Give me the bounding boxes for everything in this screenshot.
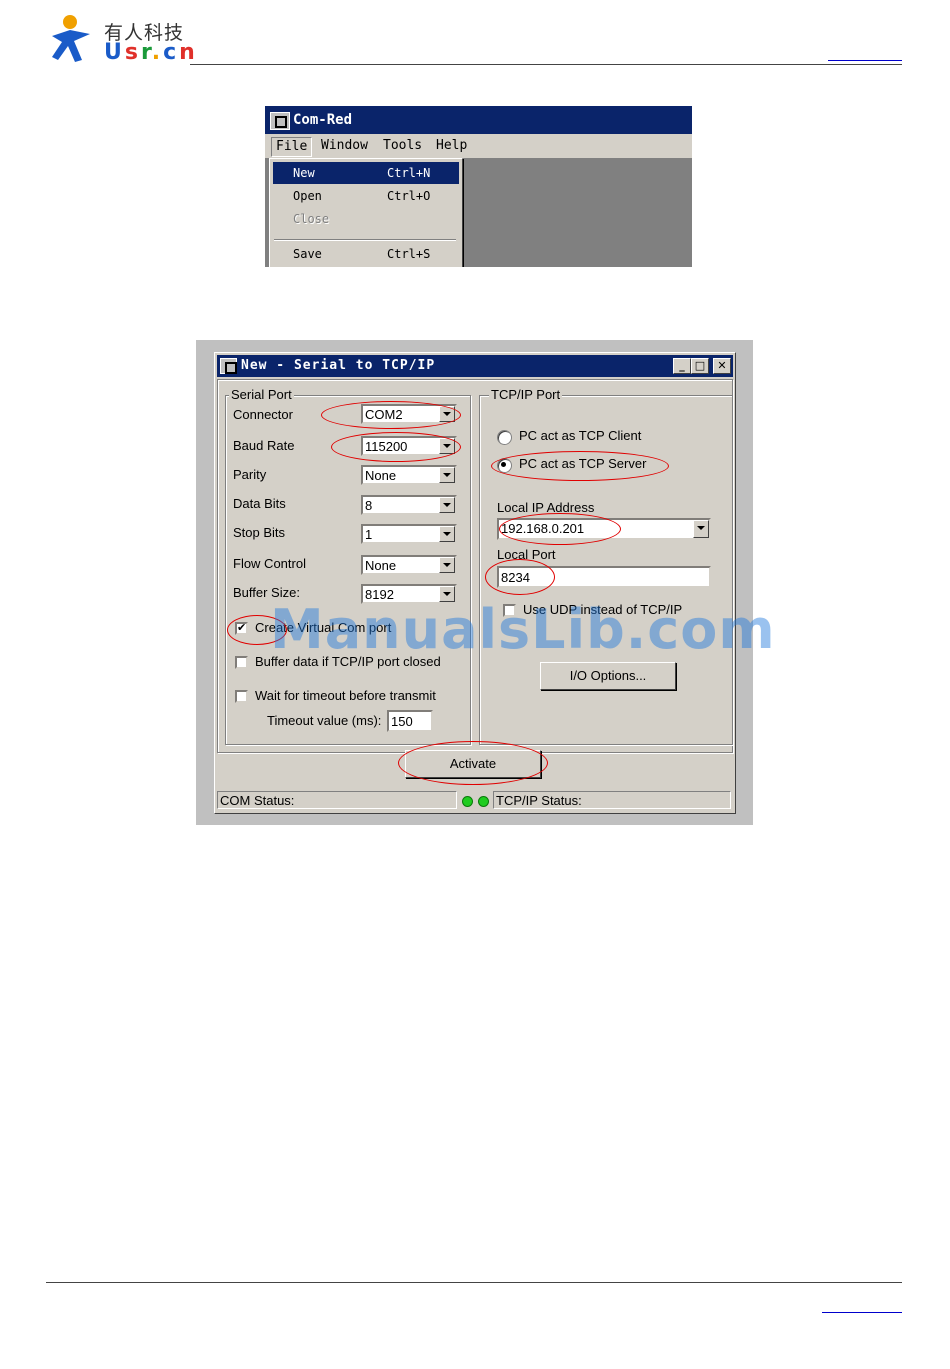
menu-item-label: Close [293,212,330,226]
timeout-value-input[interactable]: 150 [387,710,433,732]
connector-label: Connector [233,407,293,422]
stop-bits-label: Stop Bits [233,525,286,540]
menu-item-label: Open [293,189,322,203]
data-bits-value: 8 [365,498,373,513]
logo-letter: c [163,40,180,65]
stop-bits-select[interactable]: 1 [361,524,457,544]
serial-port-title: Serial Port [229,387,294,402]
minimize-button[interactable]: _ [673,358,691,374]
highlight-ellipse [485,559,555,595]
menu-item-new[interactable]: New Ctrl+N [273,162,459,184]
tcpip-status-led-icon [478,796,489,807]
timeout-value: 150 [391,714,413,729]
highlight-ellipse [321,401,461,429]
parity-label: Parity [233,467,267,482]
window-title: Com-Red [293,112,353,128]
tcp-client-label: PC act as TCP Client [519,428,642,443]
app-icon [220,358,237,374]
logo-usr-text: Usr.cn [104,40,198,65]
flow-control-select[interactable]: None [361,555,457,575]
close-button[interactable]: ✕ [713,358,731,374]
logo-letter: U [104,40,125,65]
parity-value: None [365,468,397,483]
highlight-ellipse [499,513,621,545]
flow-control-label: Flow Control [233,556,306,571]
menu-separator [274,239,456,241]
io-options-button[interactable]: I/O Options... [540,662,676,690]
logo-letter: . [151,40,164,65]
data-bits-select[interactable]: 8 [361,495,457,515]
com-status-led-icon [462,796,473,807]
menu-item-shortcut: Ctrl+N [387,166,431,180]
app-icon [270,112,290,130]
usr-logo-icon [48,14,98,64]
footer-divider [46,1282,902,1283]
header-divider [190,64,902,65]
chevron-down-icon[interactable] [439,467,455,483]
dialog-titlebar: New - Serial to TCP/IP _ □ ✕ [217,355,733,377]
menu-item-label: New [293,166,315,180]
tcp-client-radio[interactable] [497,430,512,445]
menu-tools[interactable]: Tools [379,137,426,155]
menu-window-titlebar: Com-Red [265,106,692,134]
menu-help[interactable]: Help [432,137,471,155]
wait-timeout-label: Wait for timeout before transmit [255,688,436,703]
menu-item-shortcut: Ctrl+O [387,189,431,203]
logo-letter: n [179,40,198,65]
highlight-ellipse [491,451,669,481]
highlight-ellipse [331,432,461,462]
chevron-down-icon[interactable] [439,557,455,573]
file-dropdown: New Ctrl+N Open Ctrl+O Close Save Ctrl+S [269,158,463,267]
data-bits-label: Data Bits [233,496,286,511]
stop-bits-value: 1 [365,527,373,542]
header-link-underline[interactable] [828,60,902,61]
footer-link-underline[interactable] [822,1312,902,1313]
serial-tcp-dialog: New - Serial to TCP/IP _ □ ✕ Serial Port… [214,352,736,814]
tcpip-status: TCP/IP Status: [493,791,731,809]
buffer-closed-checkbox[interactable] [235,656,248,669]
baud-rate-label: Baud Rate [233,438,295,453]
menu-file[interactable]: File [271,137,313,157]
highlight-ellipse [398,741,548,785]
maximize-button[interactable]: □ [691,358,709,374]
chevron-down-icon[interactable] [439,526,455,542]
timeout-value-label: Timeout value (ms): [267,713,382,728]
chevron-down-icon[interactable] [693,520,709,538]
menu-item-close[interactable]: Close [273,208,459,230]
parity-select[interactable]: None [361,465,457,485]
menu-screenshot: Com-Red File Window Tools Help New Ctrl+… [265,106,692,267]
menu-window[interactable]: Window [317,137,372,155]
dialog-title: New - Serial to TCP/IP [241,358,436,373]
flow-control-value: None [365,558,397,573]
menubar: File Window Tools Help [265,134,692,158]
menu-item-open[interactable]: Open Ctrl+O [273,185,459,207]
menu-item-label: Save [293,247,322,261]
menu-item-save[interactable]: Save Ctrl+S [273,243,459,265]
watermark: ManualsLib.com [270,598,776,661]
dialog-screenshot: New - Serial to TCP/IP _ □ ✕ Serial Port… [196,340,753,825]
com-status: COM Status: [217,791,457,809]
menu-item-shortcut: Ctrl+S [387,247,431,261]
logo-letter: s [124,40,141,65]
chevron-down-icon[interactable] [439,497,455,513]
tcpip-port-title: TCP/IP Port [489,387,563,402]
logo-letter: r [140,40,152,65]
wait-timeout-checkbox[interactable] [235,690,248,703]
